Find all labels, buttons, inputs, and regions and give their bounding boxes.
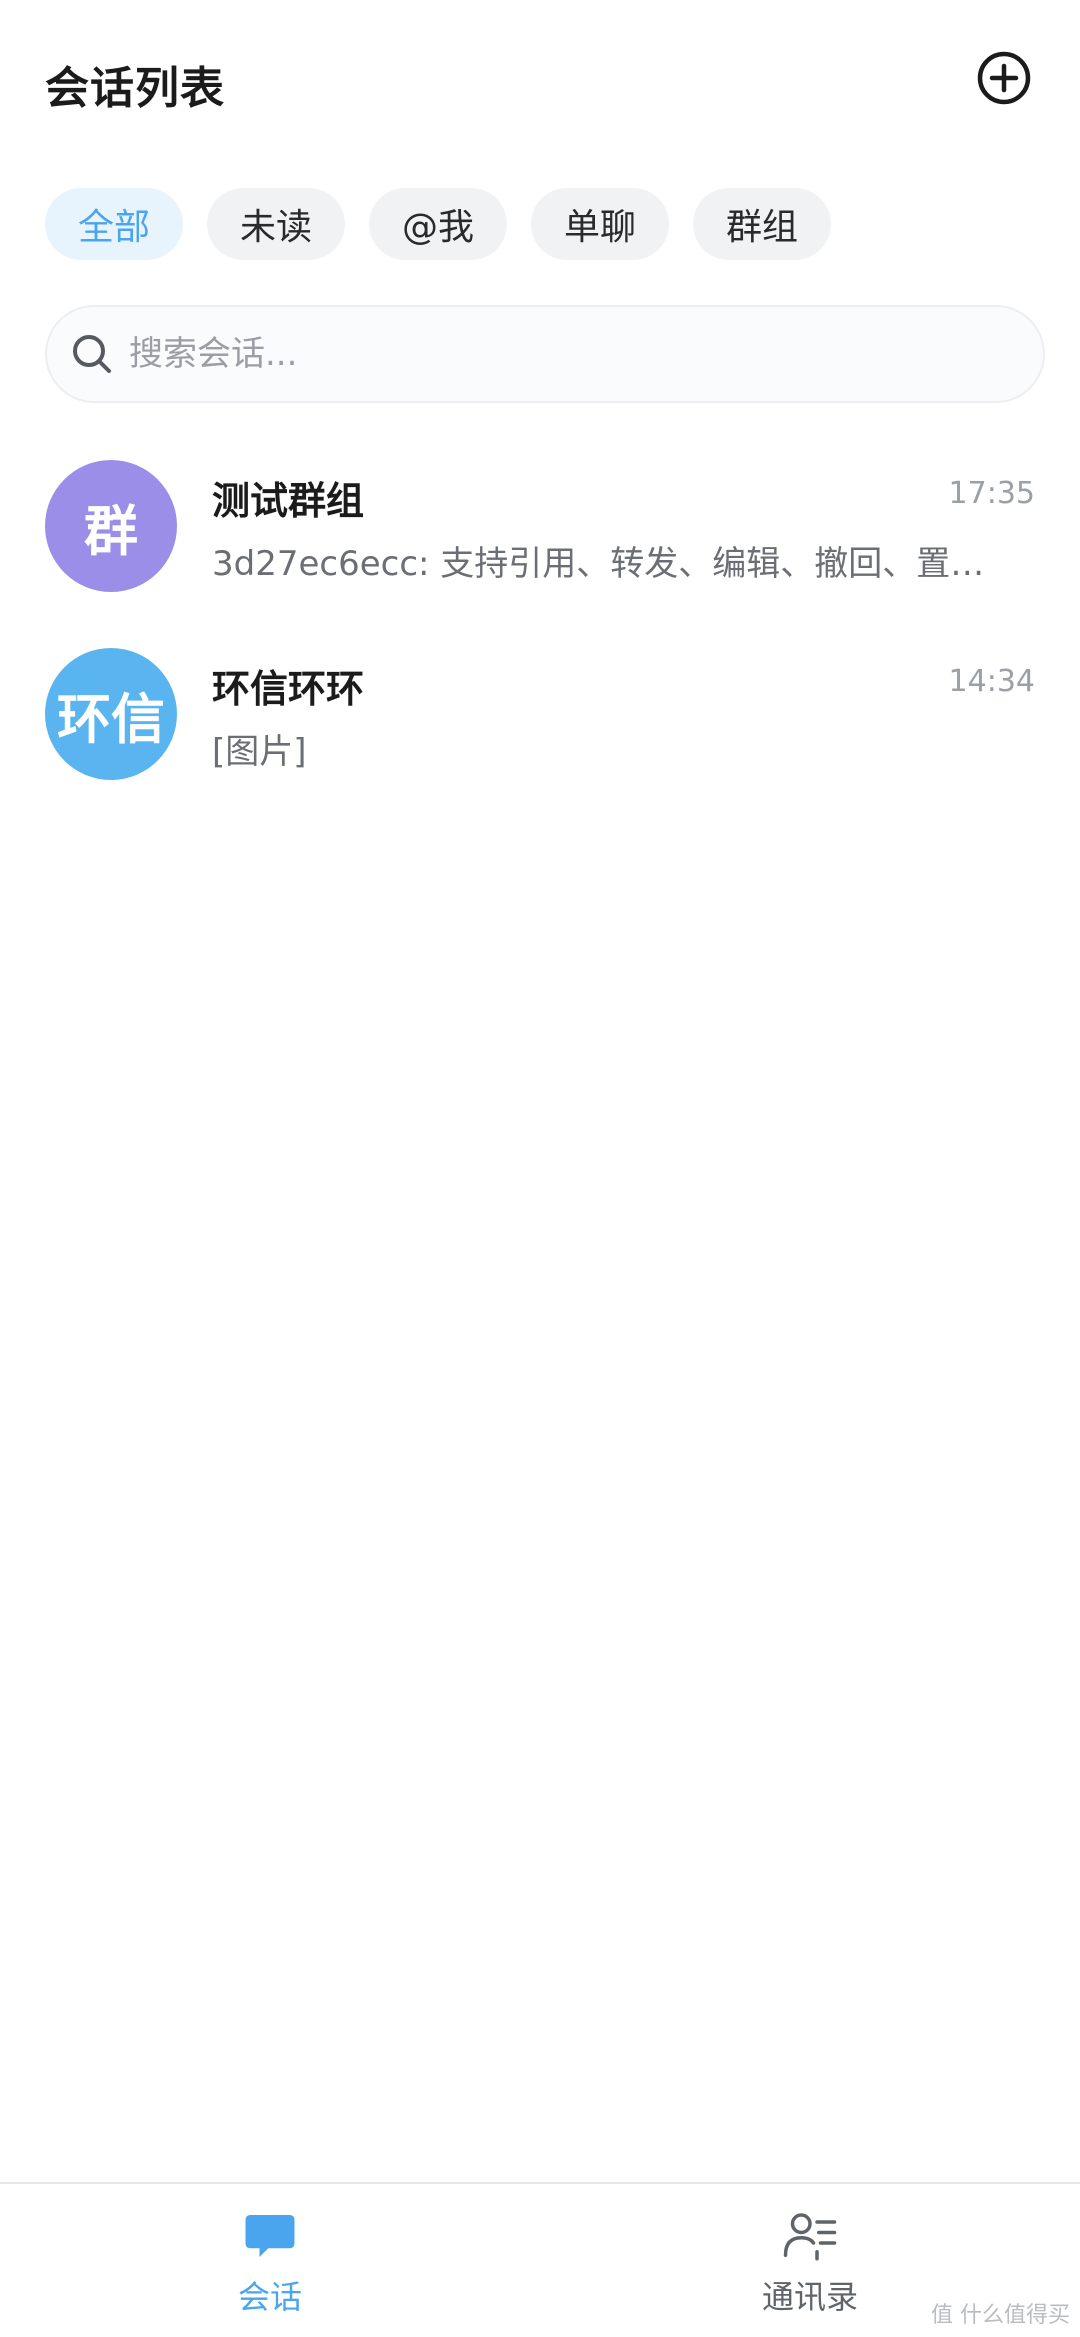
conversation-preview: [图片] <box>212 732 307 772</box>
conversation-item[interactable]: 群 测试群组 17:35 3d27ec6ecc: 支持引用、转发、编辑、撤回、置… <box>0 450 1080 638</box>
filter-chips: 全部 未读 @我 单聊 群组 <box>45 188 831 260</box>
conversation-item[interactable]: 环信 环信环环 14:34 [图片] <box>0 638 1080 826</box>
filter-chip-mentions[interactable]: @我 <box>369 188 507 260</box>
conversation-time: 14:34 <box>948 664 1035 699</box>
avatar: 群 <box>45 460 177 592</box>
contacts-icon <box>783 2213 837 2261</box>
tab-label: 通讯录 <box>761 2278 858 2316</box>
filter-chip-groups[interactable]: 群组 <box>693 188 831 260</box>
conversation-name: 环信环环 <box>212 667 365 711</box>
tab-label: 会话 <box>237 2278 302 2316</box>
header: 会话列表 <box>0 0 1080 160</box>
conversation-name: 测试群组 <box>212 479 365 523</box>
conversation-list: 群 测试群组 17:35 3d27ec6ecc: 支持引用、转发、编辑、撤回、置… <box>0 450 1080 826</box>
conversation-preview: 3d27ec6ecc: 支持引用、转发、编辑、撤回、置顶、翻译等功能 <box>212 544 1012 584</box>
search-icon <box>73 335 111 373</box>
plus-circle-icon <box>977 51 1031 105</box>
chat-bubble-icon <box>245 2215 295 2257</box>
search-bar[interactable] <box>45 305 1045 403</box>
add-button[interactable] <box>976 50 1032 106</box>
avatar: 环信 <box>45 648 177 780</box>
tab-conversations[interactable]: 会话 <box>180 2208 360 2318</box>
watermark: 值 什么值得买 <box>931 2303 1070 2328</box>
search-input[interactable] <box>129 334 1043 374</box>
tab-contacts[interactable]: 通讯录 <box>720 2208 900 2318</box>
conversation-time: 17:35 <box>948 476 1035 511</box>
conversation-list-screen: 会话列表 全部 未读 @我 单聊 群组 群 测试群组 17:35 3d27ec6… <box>0 0 1080 2337</box>
filter-chip-unread[interactable]: 未读 <box>207 188 345 260</box>
bottom-tab-bar: 会话 通讯录 <box>0 2182 1080 2337</box>
filter-chip-all[interactable]: 全部 <box>45 188 183 260</box>
filter-chip-single-chat[interactable]: 单聊 <box>531 188 669 260</box>
page-title: 会话列表 <box>45 63 225 114</box>
